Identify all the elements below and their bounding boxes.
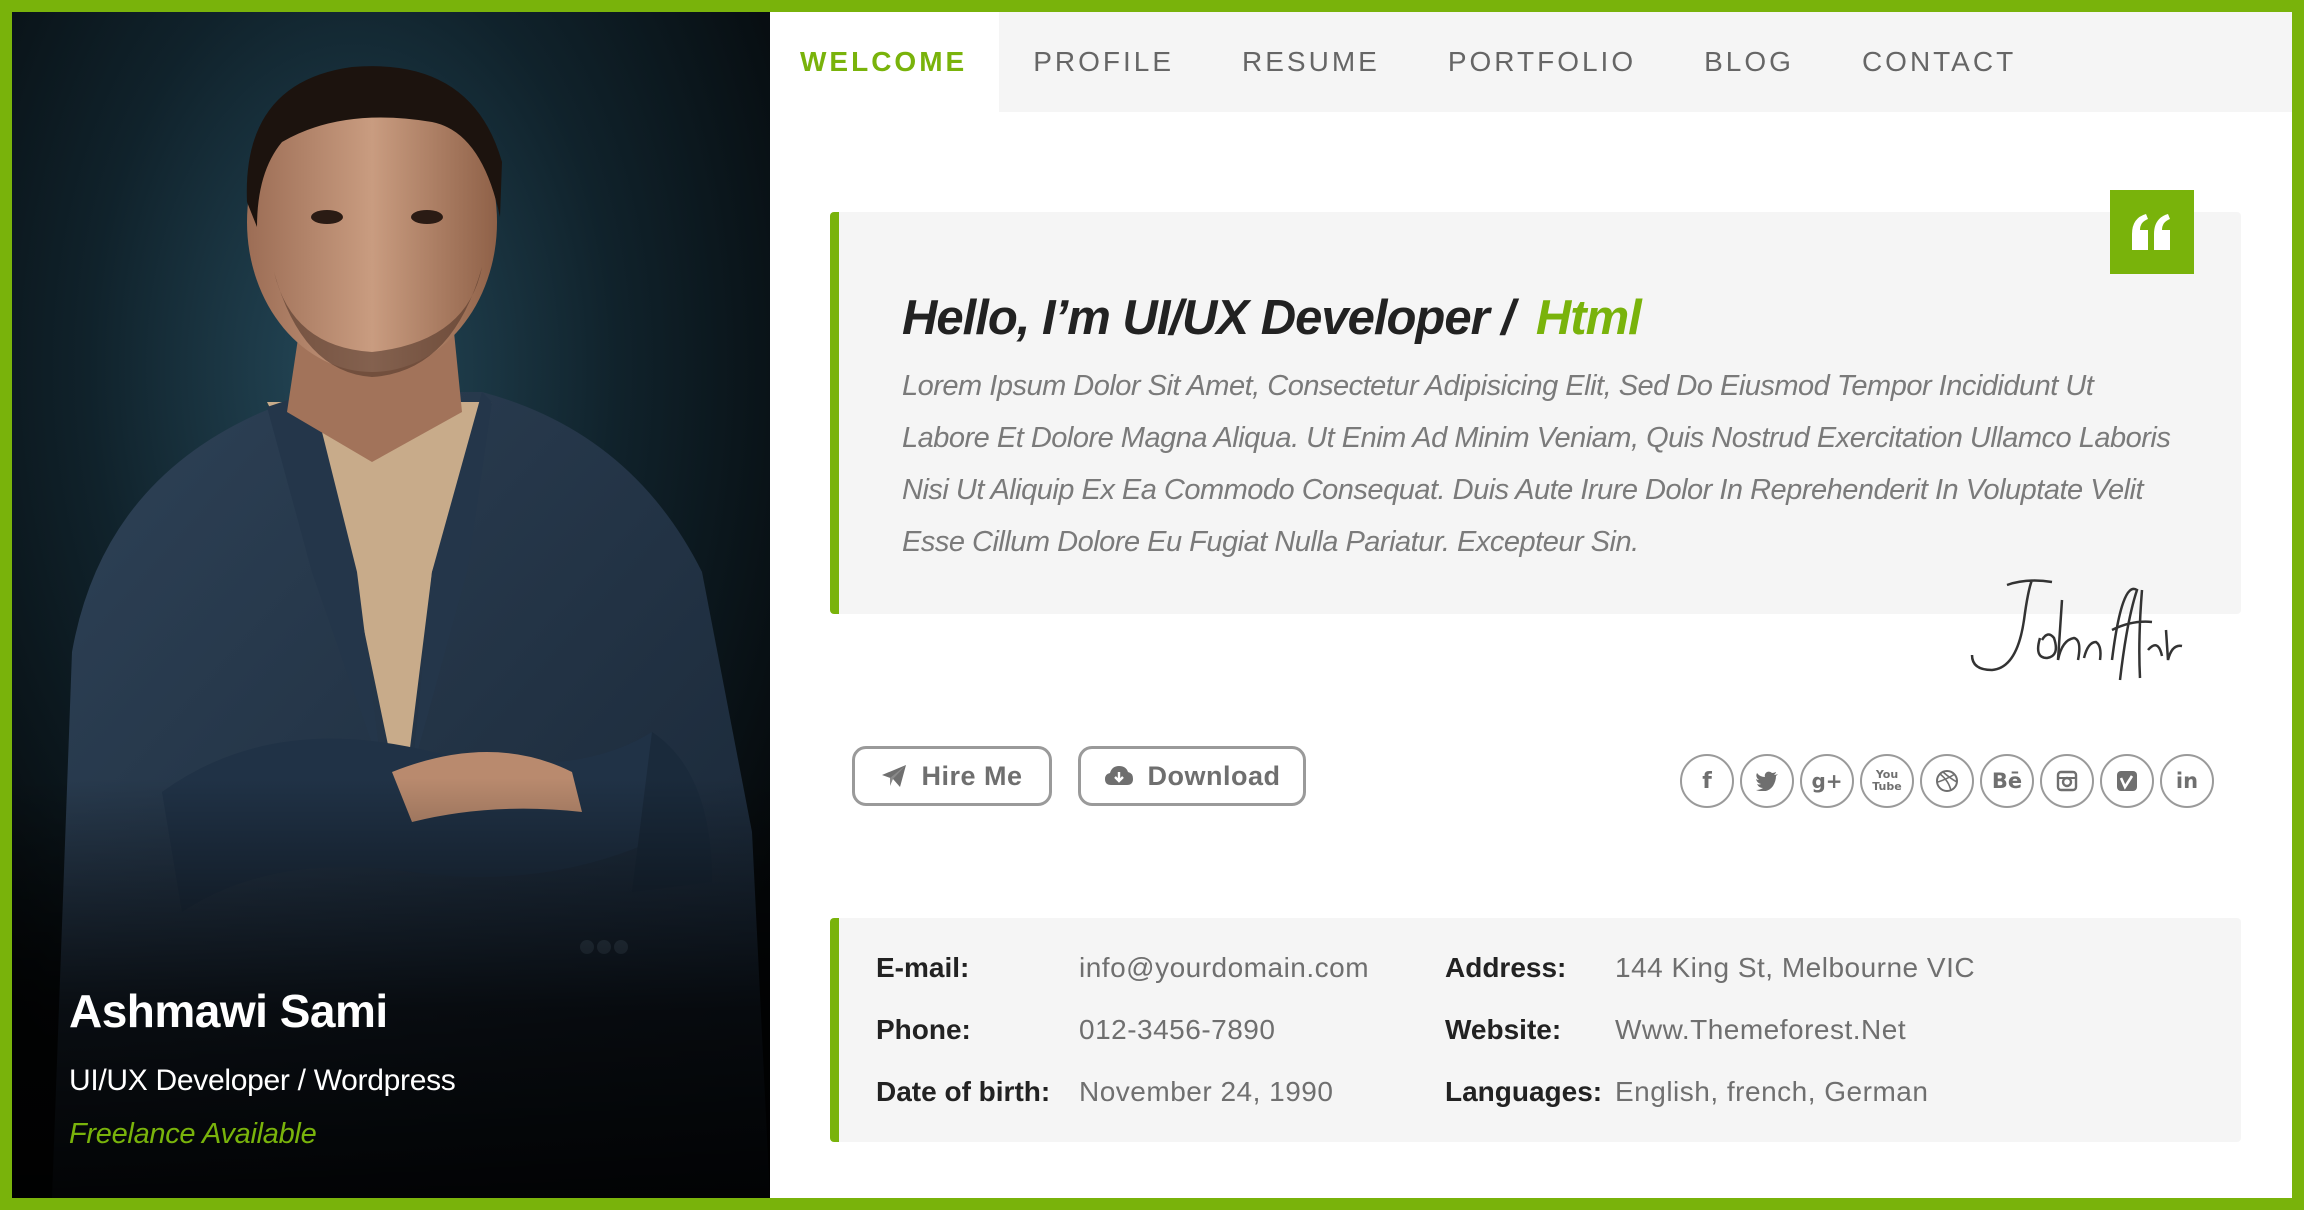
- profile-name: Ashmawi Sami: [69, 985, 388, 1037]
- dob-label: Date of birth:: [876, 1076, 1051, 1107]
- quote-icon: [2132, 214, 2170, 250]
- profile-role: UI/UX Developer / Wordpress: [69, 1064, 456, 1097]
- instagram-icon[interactable]: [2040, 754, 2094, 808]
- twitter-icon[interactable]: [1740, 754, 1794, 808]
- quote-badge: [2110, 190, 2194, 274]
- email-value[interactable]: info@yourdomain.com: [1079, 952, 1369, 984]
- phone-label: Phone:: [876, 1014, 971, 1045]
- dribbble-icon[interactable]: [1920, 754, 1974, 808]
- page-frame: Ashmawi Sami UI/UX Developer / Wordpress…: [0, 0, 2304, 1210]
- address-value: 144 King St, Melbourne VIC: [1615, 952, 1976, 983]
- intro-headline: Hello, I’m UI/UX Developer / Html: [902, 290, 1642, 346]
- nav-resume[interactable]: RESUME: [1208, 12, 1414, 112]
- phone-value: 012-3456-7890: [1079, 1014, 1276, 1045]
- headline-text: Hello, I’m UI/UX Developer /: [902, 291, 1515, 345]
- profile-panel: Ashmawi Sami UI/UX Developer / Wordpress…: [12, 12, 770, 1198]
- youtube-icon[interactable]: You Tube: [1860, 754, 1914, 808]
- google-plus-icon[interactable]: g+: [1800, 754, 1854, 808]
- languages-value: English, french, German: [1615, 1076, 1929, 1107]
- hire-me-label: Hire Me: [921, 760, 1023, 791]
- availability-status: Freelance Available: [69, 1118, 317, 1150]
- vimeo-icon[interactable]: [2100, 754, 2154, 808]
- nav-welcome[interactable]: WELCOME: [770, 12, 1000, 112]
- download-label: Download: [1147, 760, 1281, 791]
- headline-accent: Html: [1535, 291, 1642, 345]
- linkedin-icon[interactable]: in: [2160, 754, 2214, 808]
- hire-me-button[interactable]: Hire Me: [852, 746, 1052, 806]
- website-label: Website:: [1445, 1014, 1562, 1045]
- facebook-icon[interactable]: f: [1680, 754, 1734, 808]
- nav-profile[interactable]: PROFILE: [999, 12, 1208, 112]
- website-value[interactable]: Www.Themeforest.Net: [1615, 1014, 1906, 1046]
- nav-contact[interactable]: CONTACT: [1828, 12, 2050, 112]
- paper-plane-icon: [882, 765, 907, 787]
- nav-blog[interactable]: BLOG: [1670, 12, 1828, 112]
- intro-bio: Lorem Ipsum Dolor Sit Amet, Consectetur …: [902, 370, 2171, 558]
- languages-label: Languages:: [1445, 1076, 1603, 1107]
- cloud-download-icon: [1104, 766, 1133, 785]
- signature-image: [1970, 579, 2183, 681]
- download-button[interactable]: Download: [1078, 746, 1306, 806]
- behance-icon[interactable]: Bē: [1980, 754, 2034, 808]
- email-label: E-mail:: [876, 952, 970, 983]
- dob-value: November 24, 1990: [1079, 1076, 1334, 1107]
- nav-portfolio[interactable]: PORTFOLIO: [1414, 12, 1670, 112]
- main-nav: WELCOME PROFILE RESUME PORTFOLIO BLOG CO…: [770, 12, 2292, 112]
- address-label: Address:: [1445, 952, 1567, 983]
- social-links: f g+ You Tube Bē in: [1680, 754, 2214, 810]
